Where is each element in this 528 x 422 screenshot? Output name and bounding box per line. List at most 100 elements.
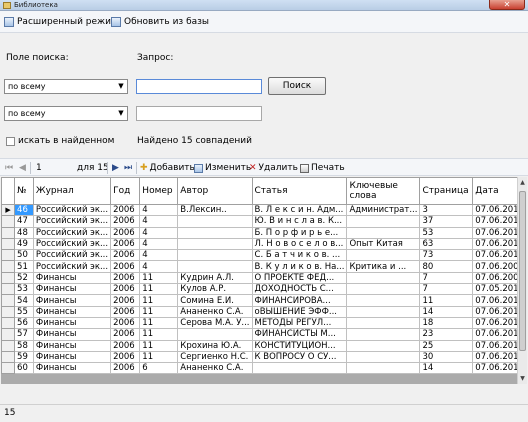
row-header[interactable] [1,294,16,307]
table-row[interactable]: 53 Финансы 2006 11 Кулов А.Р. ДОХОДНОСТЬ С...… [1,283,527,296]
table-cell[interactable]: 11 [139,350,179,364]
row-header[interactable] [1,316,16,330]
table-cell[interactable]: 6 [139,362,179,375]
edit-button[interactable]: Изменить [194,162,251,174]
table-cell[interactable] [346,283,421,296]
table-cell[interactable]: 4 [139,249,179,262]
table-cell[interactable]: Финансы [32,294,112,307]
table-cell[interactable]: 2006 [110,237,141,251]
table-cell[interactable]: 50 [14,249,34,262]
table-cell[interactable]: Российский эк... [32,237,112,251]
table-cell[interactable]: В. К у л и к о в. На... [251,260,348,273]
position-input[interactable]: 1 [36,162,76,174]
table-cell[interactable]: Ананенко С.А. [177,362,253,375]
table-cell[interactable]: Кулов А.Р. [177,283,253,296]
table-cell[interactable]: Финансы [32,350,112,364]
table-cell[interactable]: 56 [14,316,34,330]
table-cell[interactable] [346,294,421,307]
scrollbar-thumb[interactable] [519,191,526,351]
table-cell[interactable]: 2006 [110,350,141,364]
table-cell[interactable]: 2006 [110,226,141,239]
table-cell[interactable]: 53 [419,226,474,239]
table-cell[interactable]: 2006 [110,271,141,285]
table-cell[interactable]: Опыт Китая [346,237,421,251]
table-cell[interactable]: 52 [14,271,34,285]
column-header[interactable]: Год [110,177,141,205]
table-cell[interactable] [177,237,253,251]
table-cell[interactable]: 54 [14,294,34,307]
table-cell[interactable] [346,339,421,352]
table-cell[interactable]: 4 [139,215,179,228]
table-cell[interactable] [177,260,253,273]
table-cell[interactable]: МЕТОДЫ РЕГУЛ... [251,316,348,330]
table-row[interactable]: 55 Финансы 2006 11 Ананенко С.А. оВЫШЕНИЕ ЭФФ… [1,305,527,318]
column-header[interactable]: Номер [139,177,179,205]
row-header[interactable] [1,226,16,239]
table-cell[interactable]: Л. Н о в о с е л о в... [251,237,348,251]
table-cell[interactable] [346,350,421,364]
row-header[interactable] [1,339,16,352]
prev-record-icon[interactable]: ◀ [19,162,26,174]
first-record-icon[interactable]: ⏮ [5,162,13,174]
query-input-2[interactable] [136,106,262,121]
table-cell[interactable]: Критика и ... [346,260,421,273]
vertical-scrollbar[interactable]: ▲ ▼ [517,177,527,384]
table-cell[interactable]: 47 [14,215,34,228]
table-cell[interactable]: Кудрин А.Л. [177,271,253,285]
table-cell[interactable]: 7 [419,283,474,296]
row-header[interactable] [1,305,16,318]
row-header[interactable] [1,271,16,285]
table-cell[interactable]: 3 [419,203,474,217]
table-cell[interactable]: 23 [419,328,474,341]
table-cell[interactable]: Финансы [32,339,112,352]
table-cell[interactable]: 25 [419,339,474,352]
column-header[interactable]: Автор [177,177,253,205]
table-cell[interactable]: 2006 [110,316,141,330]
table-cell[interactable]: Администрат... [346,203,421,217]
table-cell[interactable]: Ю. В и н с л а в. К... [251,215,348,228]
table-row[interactable]: 54 Финансы 2006 11 Сомина Е.И. ФИНАНСИРОВА...… [1,294,527,307]
table-cell[interactable]: Российский эк... [32,215,112,228]
table-row[interactable]: 51 Российский эк... 2006 4 В. К у л и к о в.… [1,260,527,273]
table-cell[interactable]: 60 [14,362,34,375]
table-cell[interactable]: оВЫШЕНИЕ ЭФФ... [251,305,348,318]
table-cell[interactable]: 2006 [110,305,141,318]
scroll-down-icon[interactable]: ▼ [518,373,527,384]
table-cell[interactable]: 2006 [110,294,141,307]
table-cell[interactable]: 4 [139,226,179,239]
table-cell[interactable]: Финансы [32,283,112,296]
data-grid[interactable]: № Журнал Год Номер Автор Статья Ключевые… [1,177,527,384]
table-cell[interactable] [177,249,253,262]
table-cell[interactable]: 2006 [110,328,141,341]
table-cell[interactable]: 11 [139,305,179,318]
table-cell[interactable]: 14 [419,305,474,318]
table-cell[interactable]: Российский эк... [32,249,112,262]
table-cell[interactable] [346,305,421,318]
table-cell[interactable]: 2006 [110,260,141,273]
table-cell[interactable]: Финансы [32,316,112,330]
table-cell[interactable]: 2006 [110,249,141,262]
table-cell[interactable] [346,362,421,375]
table-cell[interactable] [177,215,253,228]
search-button[interactable]: Поиск [268,77,326,95]
close-icon[interactable]: ✕ [489,0,525,10]
table-cell[interactable]: 11 [139,294,179,307]
table-cell[interactable]: Серова М.А. У... [177,316,253,330]
table-cell[interactable]: 4 [139,260,179,273]
table-cell[interactable]: 58 [14,339,34,352]
table-cell[interactable]: Финансы [32,305,112,318]
table-cell[interactable] [346,328,421,341]
table-cell[interactable]: Финансы [32,362,112,375]
table-cell[interactable]: ДОХОДНОСТЬ С... [251,283,348,296]
table-cell[interactable]: 7 [419,271,474,285]
table-cell[interactable]: 2006 [110,283,141,296]
table-cell[interactable]: 63 [419,237,474,251]
table-cell[interactable] [346,249,421,262]
table-cell[interactable]: В. Л е к с и н. Адм... [251,203,348,217]
add-button[interactable]: ✚ Добавить [140,162,195,174]
row-header[interactable] [1,249,16,262]
table-cell[interactable]: 4 [139,203,179,217]
table-row[interactable]: ▶ 46 Российский эк... 2006 4 В.Лексин.. В. Л е… [1,203,527,217]
table-cell[interactable] [177,328,253,341]
table-cell[interactable]: 48 [14,226,34,239]
